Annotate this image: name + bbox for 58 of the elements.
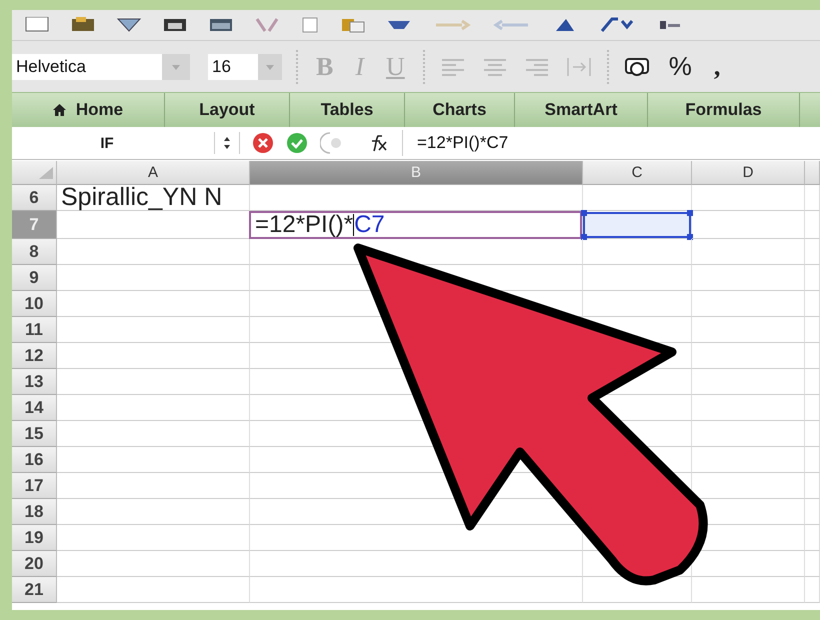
row-header[interactable]: 13 bbox=[12, 369, 57, 395]
name-box[interactable]: IF bbox=[12, 134, 202, 152]
paste-icon[interactable] bbox=[340, 17, 366, 33]
row-header[interactable]: 9 bbox=[12, 265, 57, 291]
home-icon bbox=[52, 104, 66, 116]
table-cell bbox=[805, 577, 820, 603]
row-header[interactable]: 6 bbox=[12, 185, 57, 211]
formula-field[interactable]: =12*PI()*C7 bbox=[415, 132, 799, 154]
table-cell bbox=[805, 447, 820, 473]
column-header[interactable]: D bbox=[692, 161, 805, 185]
font-name-field[interactable]: Helvetica bbox=[12, 54, 162, 80]
column-header[interactable]: A bbox=[57, 161, 250, 185]
table-cell bbox=[805, 317, 820, 343]
row-header[interactable]: 20 bbox=[12, 551, 57, 577]
table-cell bbox=[805, 473, 820, 499]
row-header[interactable]: 14 bbox=[12, 395, 57, 421]
row-header[interactable]: 21 bbox=[12, 577, 57, 603]
row-header[interactable]: 11 bbox=[12, 317, 57, 343]
table-icon[interactable] bbox=[208, 17, 234, 33]
table-cell bbox=[805, 525, 820, 551]
table-cell bbox=[805, 291, 820, 317]
table-cell bbox=[805, 551, 820, 577]
row-header[interactable]: 8 bbox=[12, 239, 57, 265]
table-cell bbox=[805, 185, 820, 211]
font-size-field[interactable]: 16 bbox=[208, 54, 258, 80]
row-header[interactable]: 17 bbox=[12, 473, 57, 499]
table-cell bbox=[805, 369, 820, 395]
table-cell bbox=[805, 239, 820, 265]
dropdown-caret-icon[interactable] bbox=[162, 54, 190, 80]
cancel-icon[interactable] bbox=[252, 132, 274, 154]
document-icon[interactable] bbox=[24, 17, 50, 33]
table-cell bbox=[805, 499, 820, 525]
row-header[interactable]: 18 bbox=[12, 499, 57, 525]
dropdown-caret-icon[interactable] bbox=[258, 54, 282, 80]
table-cell bbox=[805, 211, 820, 239]
row-header[interactable]: 19 bbox=[12, 525, 57, 551]
table-cell bbox=[805, 343, 820, 369]
scissors-icon[interactable] bbox=[254, 17, 280, 33]
stepper-icon[interactable] bbox=[214, 132, 240, 154]
cell-editor[interactable]: =12*PI()*C7 bbox=[249, 211, 582, 239]
column-header[interactable]: C bbox=[583, 161, 692, 185]
folder-icon[interactable] bbox=[70, 17, 96, 33]
table-cell bbox=[805, 395, 820, 421]
print-icon[interactable] bbox=[162, 17, 188, 33]
check-icon[interactable] bbox=[286, 132, 308, 154]
row-header[interactable]: 15 bbox=[12, 421, 57, 447]
table-cell bbox=[805, 265, 820, 291]
column-header[interactable] bbox=[805, 161, 820, 185]
page-icon[interactable] bbox=[300, 17, 320, 33]
save-icon[interactable] bbox=[116, 17, 142, 33]
table-cell bbox=[805, 421, 820, 447]
table-cell: Spirallic_YN N bbox=[57, 185, 250, 211]
row-header[interactable]: 12 bbox=[12, 343, 57, 369]
row-header[interactable]: 16 bbox=[12, 447, 57, 473]
select-all-icon[interactable] bbox=[39, 166, 53, 178]
row-header[interactable]: 10 bbox=[12, 291, 57, 317]
format-button[interactable]: , bbox=[710, 52, 724, 82]
format-button[interactable]: % bbox=[664, 51, 696, 82]
